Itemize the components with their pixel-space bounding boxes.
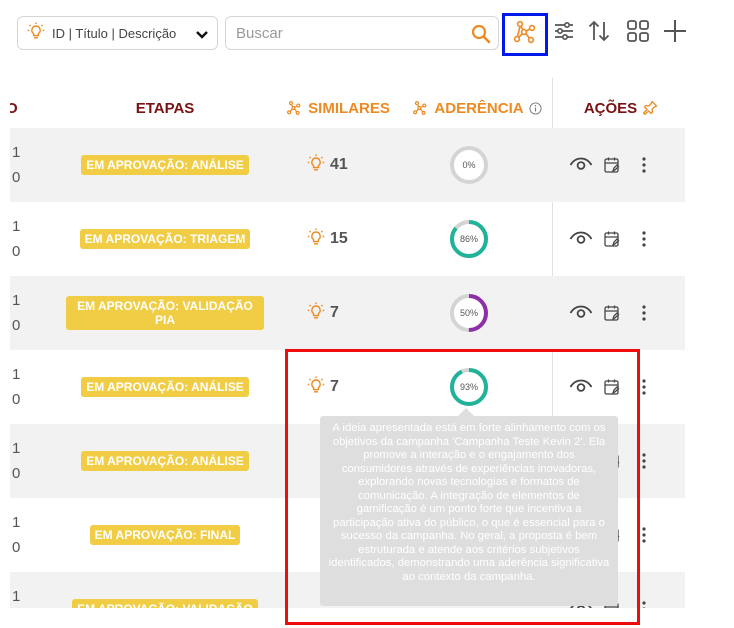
stage-cell: EM APROVAÇÃO: FINAL xyxy=(54,498,276,572)
table-row[interactable]: 1 0 EM APROVAÇÃO: ANÁLISE 41 0% xyxy=(10,128,685,202)
schedule-edit-icon[interactable] xyxy=(602,230,622,248)
more-options-icon[interactable] xyxy=(636,156,652,174)
more-options-icon[interactable] xyxy=(636,304,652,322)
stage-badge: EM APROVAÇÃO: ANÁLISE xyxy=(81,377,249,397)
stage-cell: EM APROVAÇÃO: VALIDAÇÃO xyxy=(54,572,276,608)
similarity-network-button[interactable] xyxy=(502,13,548,56)
column-header-similares[interactable]: SIMILARES xyxy=(282,88,394,128)
schedule-edit-icon[interactable] xyxy=(602,156,622,174)
page-margin xyxy=(685,76,734,628)
table-row[interactable]: 1 0 EM APROVAÇÃO: VALIDAÇÃO PIA 7 50% xyxy=(10,276,685,350)
idea-id: 10 xyxy=(12,584,20,608)
view-icon[interactable] xyxy=(568,305,594,321)
search-field-select[interactable]: ID | Título | Descrição xyxy=(17,16,218,50)
grid-icon xyxy=(625,18,651,49)
adherence-percent: 0% xyxy=(462,160,476,170)
schedule-edit-icon[interactable] xyxy=(602,304,622,322)
column-header-aderencia-label: ADERÊNCIA xyxy=(434,99,524,117)
idea-id-line: 0 xyxy=(12,539,21,556)
toolbar: ID | Título | Descrição xyxy=(0,0,734,72)
similar-ideas-link[interactable]: 41 xyxy=(306,128,348,202)
idea-id: 10 xyxy=(12,362,20,412)
similar-ideas-link[interactable]: 15 xyxy=(306,202,348,276)
stage-cell: EM APROVAÇÃO: VALIDAÇÃO PIA xyxy=(54,276,276,350)
similar-ideas-link[interactable]: 7 xyxy=(306,276,339,350)
idea-id: 10 xyxy=(12,436,20,486)
idea-id-line: 1 xyxy=(12,366,21,383)
idea-id-line: 0 xyxy=(12,465,21,482)
idea-id: 10 xyxy=(12,214,20,264)
stage-badge: EM APROVAÇÃO: FINAL xyxy=(89,525,241,545)
stage-badge: EM APROVAÇÃO: TRIAGEM xyxy=(79,229,251,249)
view-icon[interactable] xyxy=(568,231,594,247)
stage-cell: EM APROVAÇÃO: ANÁLISE xyxy=(54,424,276,498)
idea-id-line: 1 xyxy=(12,440,21,457)
idea-id: 10 xyxy=(12,288,20,338)
row-actions xyxy=(568,128,678,202)
search-input[interactable] xyxy=(236,25,456,42)
column-header-etapas-label: ETAPAS xyxy=(135,99,195,117)
lightbulb-icon xyxy=(306,153,326,178)
sort-button[interactable] xyxy=(582,14,616,52)
idea-id-line: 0 xyxy=(12,169,21,186)
network-icon xyxy=(286,100,302,116)
add-button[interactable] xyxy=(658,14,692,52)
pin-icon[interactable] xyxy=(642,100,658,116)
adherence-ring[interactable]: 50% xyxy=(447,291,491,335)
column-header-acoes: AÇÕES xyxy=(576,88,666,128)
column-header-aderencia[interactable]: ADERÊNCIA xyxy=(408,88,546,128)
grid-view-button[interactable] xyxy=(621,14,655,52)
column-header-similares-label: SIMILARES xyxy=(308,99,390,117)
chevron-down-icon xyxy=(194,26,210,47)
lightbulb-icon xyxy=(306,227,326,252)
idea-id-line: 0 xyxy=(12,243,21,260)
row-actions xyxy=(568,202,678,276)
stage-badge: EM APROVAÇÃO: VALIDAÇÃO xyxy=(72,599,258,608)
column-header-acoes-label: AÇÕES xyxy=(583,99,638,117)
stage-badge: EM APROVAÇÃO: ANÁLISE xyxy=(81,155,249,175)
network-icon xyxy=(512,19,538,50)
idea-id-line: 1 xyxy=(12,218,21,235)
adherence-percent: 86% xyxy=(459,234,478,244)
stage-cell: EM APROVAÇÃO: ANÁLISE xyxy=(54,350,276,424)
adherence-ring[interactable]: 0% xyxy=(447,143,491,187)
similar-count: 7 xyxy=(330,304,339,321)
column-header-id[interactable]: O xyxy=(10,88,26,128)
plus-icon xyxy=(662,18,688,49)
adherence-percent: 50% xyxy=(459,308,478,318)
idea-id-line: 1 xyxy=(12,514,21,531)
idea-id-line: 0 xyxy=(12,317,21,334)
idea-id-line: 1 xyxy=(12,292,21,309)
row-actions xyxy=(568,276,678,350)
stage-badge: EM APROVAÇÃO: ANÁLISE xyxy=(81,451,249,471)
view-icon[interactable] xyxy=(568,157,594,173)
info-icon[interactable] xyxy=(529,101,542,115)
idea-id-line: 1 xyxy=(12,588,21,605)
stage-cell: EM APROVAÇÃO: ANÁLISE xyxy=(54,128,276,202)
lightbulb-icon xyxy=(26,21,46,46)
network-icon xyxy=(412,100,428,116)
filters-button[interactable] xyxy=(547,14,581,52)
stage-badge: EM APROVAÇÃO: VALIDAÇÃO PIA xyxy=(66,296,264,330)
column-header-etapas[interactable]: ETAPAS xyxy=(130,88,200,128)
idea-id-line: 0 xyxy=(12,391,21,408)
more-options-icon[interactable] xyxy=(636,230,652,248)
sliders-icon xyxy=(552,19,576,48)
similar-count: 15 xyxy=(330,230,348,247)
lightbulb-icon xyxy=(306,301,326,326)
search-field-label: ID | Título | Descrição xyxy=(52,25,177,41)
search-icon[interactable] xyxy=(470,23,492,50)
search-box xyxy=(225,16,499,50)
sort-arrows-icon xyxy=(586,18,612,49)
table-row[interactable]: 1 0 EM APROVAÇÃO: TRIAGEM 15 86% xyxy=(10,202,685,276)
idea-id: 10 xyxy=(12,510,20,560)
adherence-ring[interactable]: 86% xyxy=(447,217,491,261)
highlight-frame xyxy=(285,349,640,625)
similar-count: 41 xyxy=(330,156,348,173)
idea-id-line: 1 xyxy=(12,144,21,161)
table-header: O ETAPAS SIMILARES ADERÊNCIA AÇÕES xyxy=(10,88,685,128)
idea-id: 10 xyxy=(12,140,20,190)
stage-cell: EM APROVAÇÃO: TRIAGEM xyxy=(54,202,276,276)
